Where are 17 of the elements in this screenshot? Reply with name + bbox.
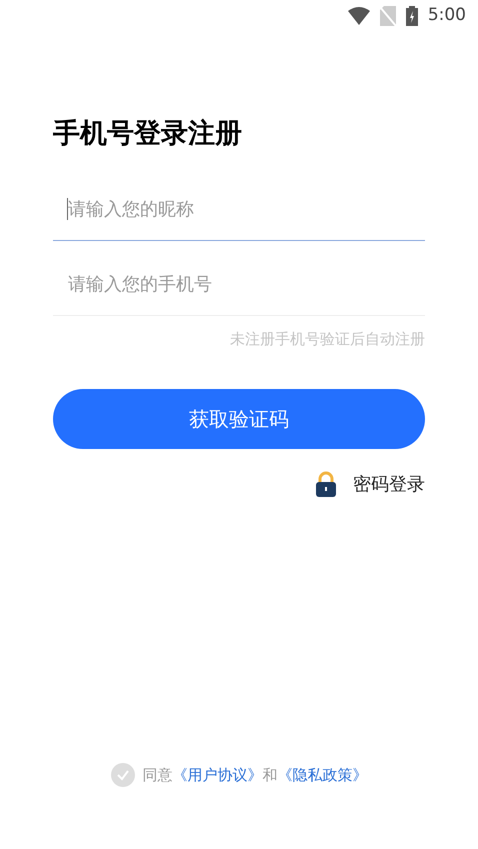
agreement-text: 和 [262, 764, 278, 786]
agree-checkbox[interactable] [110, 763, 134, 787]
agreement-link[interactable]: 《用户协议》 [172, 764, 262, 786]
battery-icon [406, 6, 418, 26]
agreement-link[interactable]: 《隐私政策》 [278, 764, 368, 786]
lock-icon [315, 471, 337, 497]
text-cursor [67, 198, 68, 220]
get-code-button[interactable]: 获取验证码 [53, 388, 425, 448]
register-hint: 未注册手机号验证后自动注册 [230, 329, 425, 350]
input-field[interactable]: 请输入您的昵称 [53, 178, 425, 241]
agreement-text: 同意 [142, 764, 172, 786]
page-title: 手机号登录注册 [53, 117, 243, 151]
no-sim-icon [380, 6, 396, 26]
status-time: 5:00 [428, 4, 466, 28]
check-icon [116, 768, 130, 782]
wifi-icon [348, 7, 370, 25]
password-login-link[interactable]: 密码登录 [315, 470, 425, 498]
